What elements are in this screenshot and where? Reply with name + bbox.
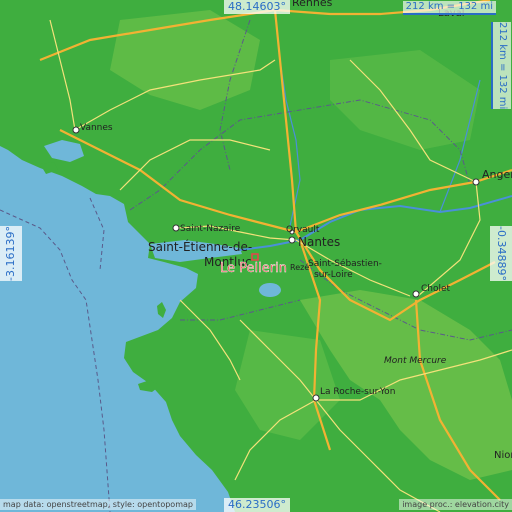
label-mont-mercure: Mont Mercure: [384, 356, 447, 366]
label-reze: Rezé: [290, 262, 309, 272]
scale-horizontal: 212 km = 132 mi: [402, 1, 496, 15]
coord-west: -3.16139°: [0, 226, 22, 281]
lake-grand-lieu: [259, 283, 281, 297]
town-marker: [288, 236, 296, 244]
label-le-pellerin[interactable]: Le Pellerin: [220, 261, 287, 276]
label-angers: Angers: [482, 168, 512, 181]
town-marker: [312, 394, 320, 402]
label-saint-nazaire: Saint-Nazaire: [180, 224, 241, 234]
town-marker: [472, 178, 480, 186]
label-rennes: Rennes: [292, 0, 333, 9]
label-cholet: Cholet: [421, 284, 451, 294]
label-saint-sebastien-1: Saint-Sébastien-: [308, 258, 382, 269]
town-marker: [412, 290, 420, 298]
label-la-roche: La Roche-sur-Yon: [320, 387, 395, 397]
map-credit: map data: openstreetmap, style: opentopo…: [0, 499, 196, 510]
label-saint-sebastien-2: sur-Loire: [314, 270, 353, 280]
scale-vertical: 212 km = 132 mi: [491, 22, 511, 110]
label-nantes: Nantes: [298, 235, 340, 249]
coord-east: -0.34889°: [490, 226, 512, 281]
label-vannes: Vannes: [80, 123, 113, 133]
topographic-map[interactable]: Rennes Laval Vannes Angers Saint-Nazaire…: [0, 0, 512, 512]
label-saint-etienne-1: Saint-Étienne-de-: [148, 239, 252, 254]
coord-south: 46.23506°: [224, 498, 290, 512]
processing-credit: image proc.: elevation.city: [399, 499, 512, 510]
town-marker: [72, 126, 80, 134]
coord-north: 48.14603°: [224, 0, 290, 14]
label-orvault: Orvault: [286, 225, 320, 235]
label-niort: Niort: [494, 450, 512, 461]
town-marker: [172, 224, 180, 232]
